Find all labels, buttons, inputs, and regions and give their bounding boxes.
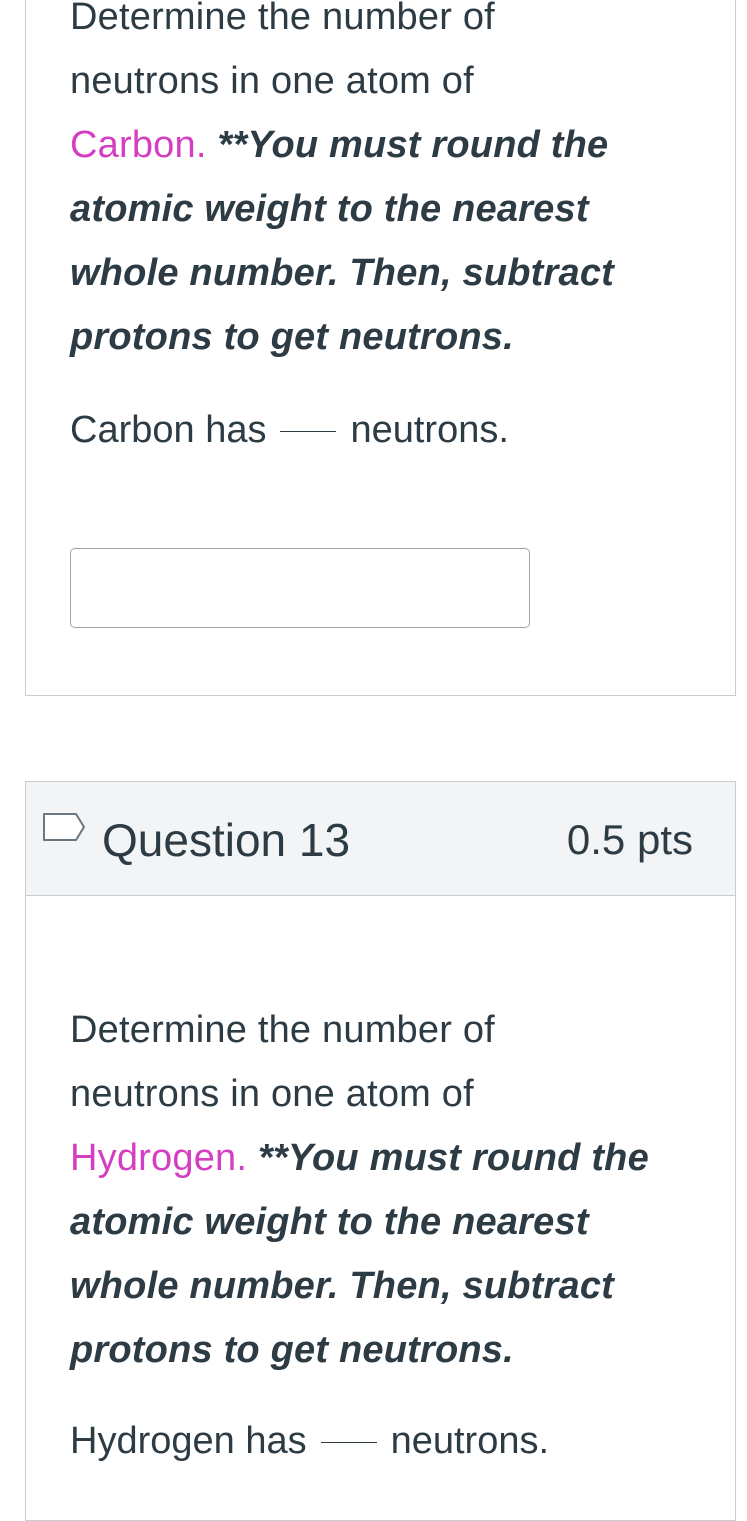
question-line-3: Hydrogen. **You must round the (70, 1126, 690, 1190)
answer-input[interactable] (70, 548, 530, 628)
question-text: Determine the number of neutrons in one … (70, 0, 690, 369)
fill-in-sentence: Carbon has neutrons. (70, 405, 710, 455)
fill-before: Hydrogen has (70, 1420, 307, 1462)
instruction-line-2: atomic weight to the nearest (70, 1201, 589, 1243)
question-line-2: neutrons in one atom of (70, 60, 474, 102)
question-line-2: neutrons in one atom of (70, 1073, 474, 1115)
instruction-line-4: protons to get neutrons. (70, 1329, 514, 1371)
question-line-3: Carbon. **You must round the (70, 113, 690, 177)
question-points: 0.5 pts (566, 816, 693, 863)
fill-before: Carbon has (70, 409, 267, 451)
instruction-text: **You must round the (247, 1137, 649, 1179)
element-name: Carbon. (70, 124, 207, 166)
question-line-1: Determine the number of (70, 1009, 495, 1051)
instruction-line-4: protons to get neutrons. (70, 316, 514, 358)
question-title: Question 13 (102, 814, 351, 866)
instruction-text: **You must round the (206, 124, 609, 166)
question-card-12: Determine the number of neutrons in one … (25, 0, 736, 696)
element-name: Hydrogen. (70, 1137, 248, 1179)
question-card-13: Question 13 0.5 pts Determine the number… (25, 781, 736, 1521)
blank-line (280, 431, 337, 432)
fill-after: neutrons. (390, 1420, 550, 1462)
fill-in-sentence: Hydrogen has neutrons. (70, 1416, 710, 1466)
flag-question-icon[interactable] (42, 812, 86, 842)
instruction-line-2: atomic weight to the nearest (70, 188, 589, 230)
blank-line (320, 1442, 377, 1443)
question-header: Question 13 0.5 pts (26, 782, 735, 896)
question-line-1: Determine the number of (70, 0, 495, 38)
fill-after: neutrons. (350, 409, 509, 451)
instruction-line-3: whole number. Then, subtract (70, 252, 615, 294)
instruction-line-3: whole number. Then, subtract (70, 1265, 615, 1307)
question-text: Determine the number of neutrons in one … (70, 998, 690, 1382)
